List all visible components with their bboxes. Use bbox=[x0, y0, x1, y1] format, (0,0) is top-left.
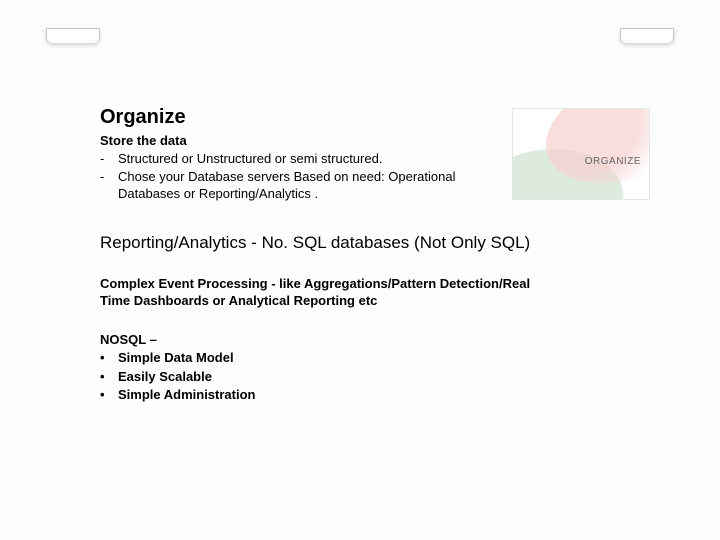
list-item: • Simple Administration bbox=[100, 386, 660, 405]
slide: ORGANIZE Organize Store the data - Struc… bbox=[0, 0, 720, 540]
heading-nosql: NOSQL – bbox=[100, 332, 660, 347]
dash-icon: - bbox=[100, 168, 108, 203]
heading-organize: Organize bbox=[100, 106, 660, 129]
list-item: • Simple Data Model bbox=[100, 349, 660, 368]
bullet-icon: • bbox=[100, 368, 108, 387]
binder-nub-right bbox=[620, 28, 674, 43]
dash-icon: - bbox=[100, 150, 108, 168]
bullet-icon: • bbox=[100, 386, 108, 405]
list-item-text: Easily Scalable bbox=[118, 368, 212, 387]
list-item: - Structured or Unstructured or semi str… bbox=[100, 150, 470, 168]
organize-list: - Structured or Unstructured or semi str… bbox=[100, 150, 470, 203]
subtitle-store-data: Store the data bbox=[100, 133, 660, 148]
subheading-reporting: Reporting/Analytics - No. SQL databases … bbox=[100, 233, 660, 253]
bullet-icon: • bbox=[100, 349, 108, 368]
slide-content: Organize Store the data - Structured or … bbox=[100, 106, 660, 405]
list-item-text: Simple Data Model bbox=[118, 349, 234, 368]
list-item: - Chose your Database servers Based on n… bbox=[100, 168, 470, 203]
list-item-text: Chose your Database servers Based on nee… bbox=[118, 168, 470, 203]
binder-nub-left bbox=[46, 28, 100, 43]
list-item-text: Simple Administration bbox=[118, 386, 255, 405]
list-item-text: Structured or Unstructured or semi struc… bbox=[118, 150, 382, 168]
nosql-list: • Simple Data Model • Easily Scalable • … bbox=[100, 349, 660, 406]
paragraph-cep: Complex Event Processing - like Aggregat… bbox=[100, 275, 560, 310]
list-item: • Easily Scalable bbox=[100, 368, 660, 387]
